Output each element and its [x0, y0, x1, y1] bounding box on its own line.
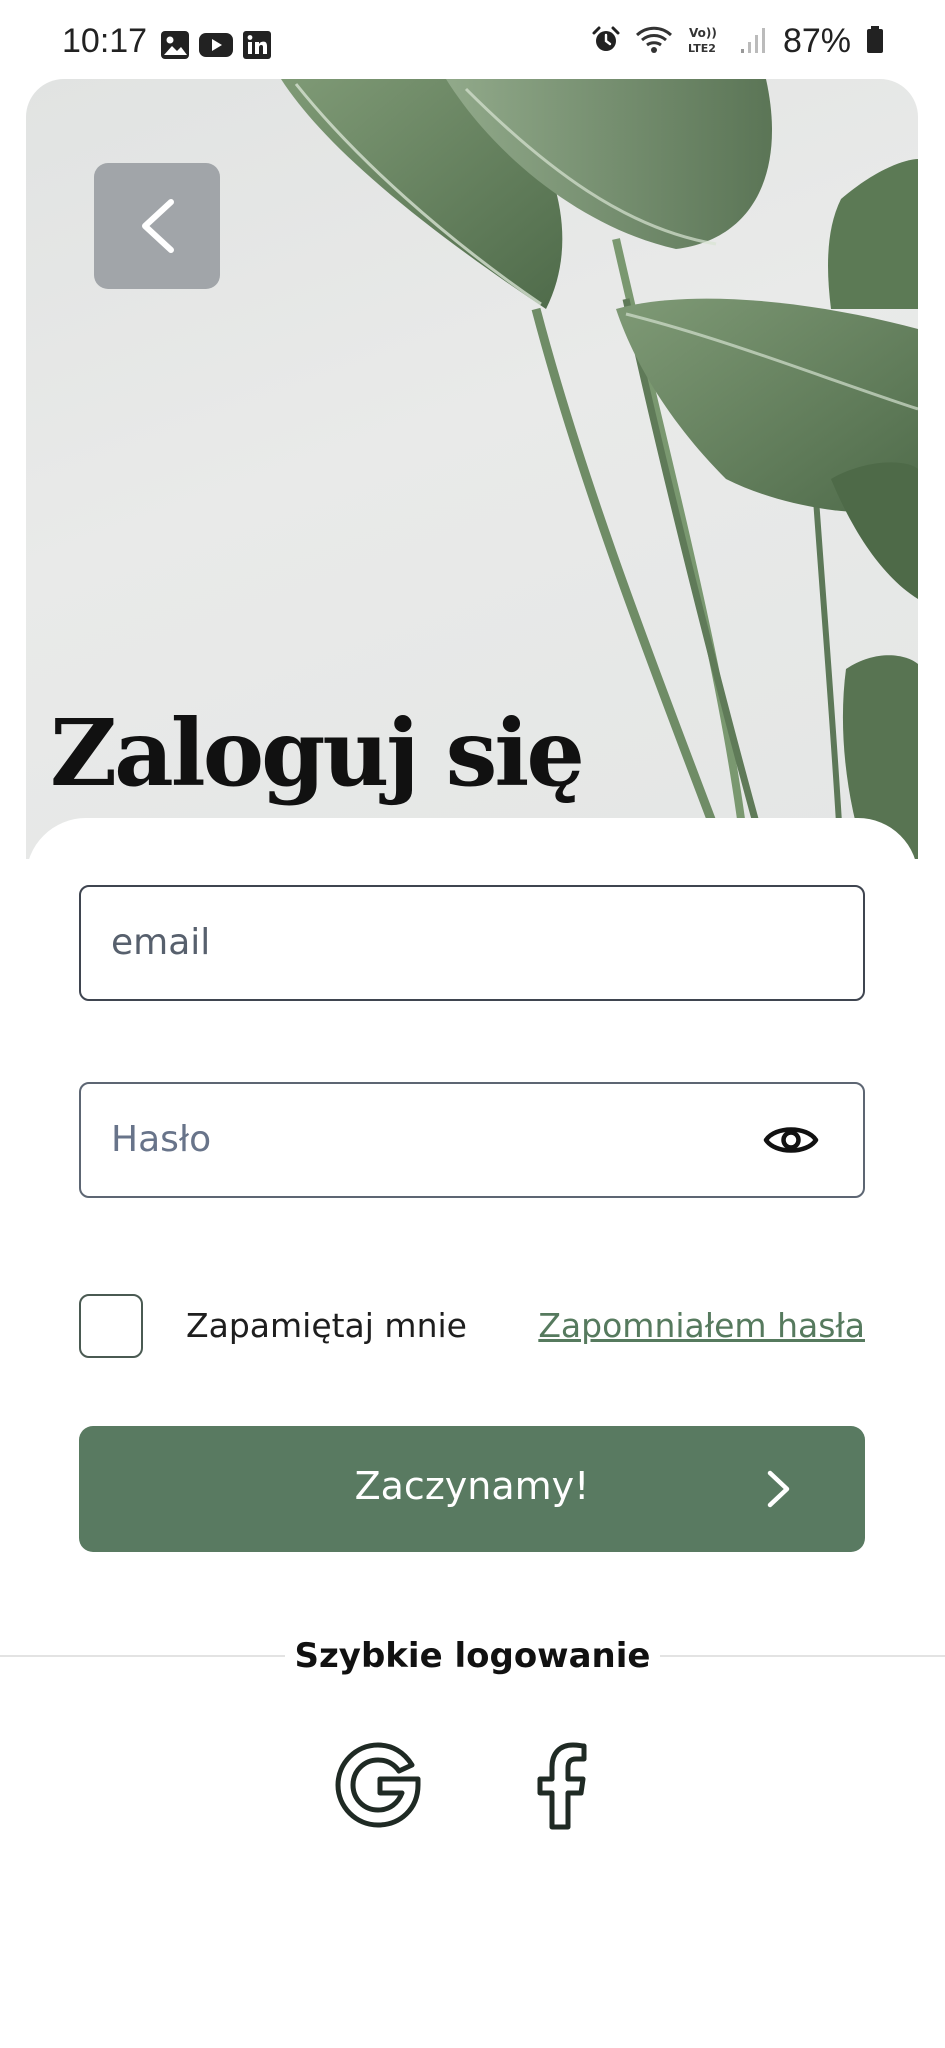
hero-image: Zaloguj się [26, 79, 918, 859]
forgot-password-link[interactable]: Zapomniałem hasła [538, 1306, 865, 1345]
show-password-button[interactable] [763, 1117, 819, 1163]
gallery-icon [160, 30, 190, 64]
google-login-button[interactable] [330, 1735, 430, 1835]
chevron-right-icon [767, 1470, 790, 1508]
youtube-icon [198, 30, 234, 64]
signal-icon [739, 25, 769, 59]
wifi-icon [635, 25, 673, 59]
alarm-icon [591, 25, 621, 59]
svg-text:Vo)): Vo)) [689, 26, 717, 40]
facebook-icon [537, 1742, 587, 1830]
status-bar: 10:17 Vo)) LTE2 87% [0, 0, 945, 80]
quick-login-label: Szybkie logowanie [294, 1636, 651, 1676]
remember-me-checkbox[interactable] [79, 1294, 143, 1358]
back-button[interactable] [94, 163, 220, 289]
page-title: Zaloguj się [50, 699, 585, 807]
email-input[interactable] [111, 887, 751, 998]
password-input[interactable] [111, 1084, 751, 1195]
svg-text:LTE2: LTE2 [688, 42, 716, 55]
email-field[interactable] [79, 885, 865, 1001]
status-time: 10:17 [62, 22, 148, 60]
chevron-left-icon [142, 199, 174, 253]
status-right: Vo)) LTE2 87% [591, 22, 885, 61]
remember-me-label: Zapamiętaj mnie [186, 1306, 467, 1345]
volte-icon: Vo)) LTE2 [687, 24, 725, 60]
battery-icon [865, 25, 885, 59]
facebook-login-button[interactable] [512, 1735, 612, 1835]
google-icon [335, 1742, 421, 1828]
start-button[interactable]: Zaczynamy! [79, 1426, 865, 1552]
linkedin-icon [242, 30, 272, 64]
eye-icon [763, 1127, 819, 1153]
password-field[interactable] [79, 1082, 865, 1198]
battery-percentage: 87% [782, 22, 851, 60]
start-button-label: Zaczynamy! [354, 1464, 590, 1508]
